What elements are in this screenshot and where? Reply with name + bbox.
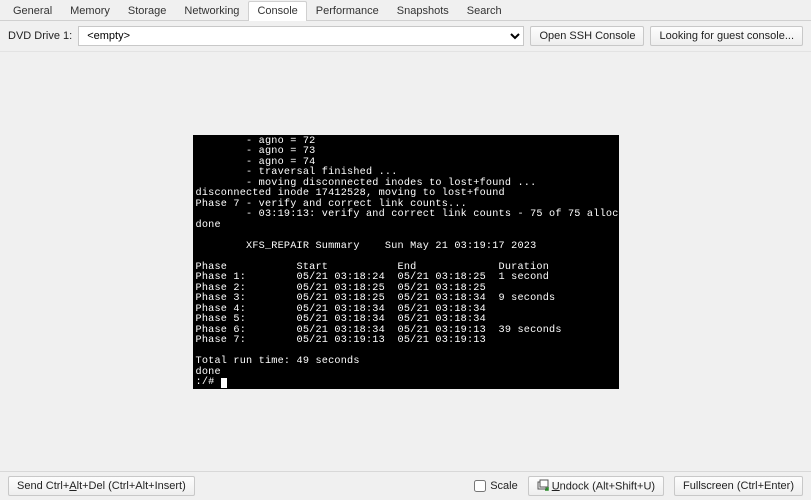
undock-button[interactable]: Undock (Alt+Shift+U)	[528, 476, 664, 496]
scale-checkbox[interactable]: Scale	[474, 480, 518, 492]
tab-snapshots[interactable]: Snapshots	[388, 1, 458, 21]
toolbar: DVD Drive 1: <empty> Open SSH Console Lo…	[0, 21, 811, 52]
fullscreen-button[interactable]: Fullscreen (Ctrl+Enter)	[674, 476, 803, 496]
undock-icon	[537, 479, 549, 494]
tab-performance[interactable]: Performance	[307, 1, 388, 21]
dvd-drive-select[interactable]: <empty>	[78, 26, 524, 46]
status-bar: Send Ctrl+Alt+Del (Ctrl+Alt+Insert) Scal…	[0, 471, 811, 500]
tab-storage[interactable]: Storage	[119, 1, 176, 21]
console-area: - agno = 72 - agno = 73 - agno = 74 - tr…	[0, 52, 811, 471]
send-ctrl-alt-del-button[interactable]: Send Ctrl+Alt+Del (Ctrl+Alt+Insert)	[8, 476, 195, 496]
tab-bar: General Memory Storage Networking Consol…	[0, 0, 811, 21]
dvd-label: DVD Drive 1:	[8, 30, 72, 42]
scale-label: Scale	[490, 480, 518, 492]
tab-memory[interactable]: Memory	[61, 1, 119, 21]
tab-networking[interactable]: Networking	[175, 1, 248, 21]
open-ssh-button[interactable]: Open SSH Console	[530, 26, 644, 46]
terminal[interactable]: - agno = 72 - agno = 73 - agno = 74 - tr…	[193, 135, 619, 389]
tab-search[interactable]: Search	[458, 1, 511, 21]
tab-general[interactable]: General	[4, 1, 61, 21]
scale-checkbox-input[interactable]	[474, 480, 486, 492]
tab-console[interactable]: Console	[248, 1, 306, 21]
looking-guest-button[interactable]: Looking for guest console...	[650, 26, 803, 46]
